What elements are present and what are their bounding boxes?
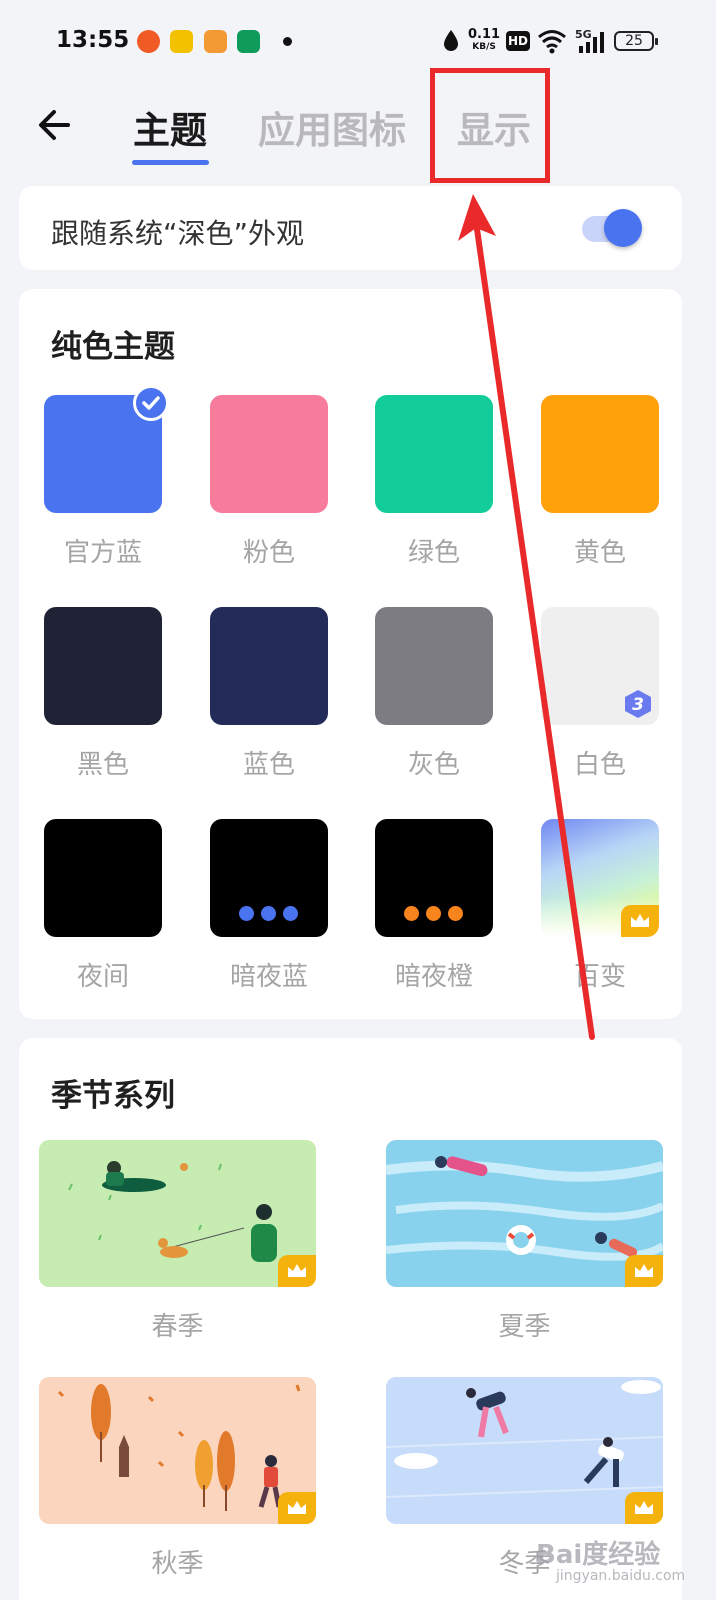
season-series-section: 季节系列 春季 夏季 秋季 冬季 (19, 1038, 682, 1600)
season-label: 夏季 (498, 1312, 551, 1342)
swatch-label: 蓝色 (242, 750, 295, 780)
game-notification-icon (204, 30, 227, 53)
premium-crown-icon (625, 1492, 663, 1524)
premium-crown-icon (625, 1255, 663, 1287)
selected-check-icon (133, 385, 169, 421)
net-speed: 0.11 KB/S (468, 27, 501, 52)
accent-dots (239, 906, 298, 921)
swatch-white[interactable]: 3 (541, 607, 659, 725)
swatch-label: 白色 (573, 750, 626, 780)
accent-dots (404, 906, 463, 921)
hd-icon: HD (506, 31, 530, 51)
active-tab-indicator (132, 160, 209, 165)
swatch-navy[interactable] (210, 607, 328, 725)
swatch-label: 灰色 (407, 750, 460, 780)
tab-app-icons[interactable]: 应用图标 (258, 100, 406, 154)
swatch-dark-orange[interactable] (375, 819, 493, 937)
baidu-watermark: Bai度经验 (536, 1540, 661, 1570)
swatch-pink[interactable] (210, 395, 328, 513)
swatch-label: 粉色 (242, 538, 295, 568)
season-card-winter[interactable] (386, 1377, 663, 1524)
data-saver-icon (444, 30, 458, 51)
app-notification-icon (170, 30, 193, 53)
season-card-spring[interactable] (39, 1140, 316, 1287)
more-notifications-icon (283, 37, 292, 46)
premium-crown-icon (278, 1255, 316, 1287)
level-badge-icon: 3 (625, 690, 651, 718)
swatch-black[interactable] (44, 607, 162, 725)
wifi-icon (538, 30, 566, 54)
swatch-label: 黑色 (76, 750, 129, 780)
section-title-solid: 纯色主题 (51, 329, 175, 365)
follow-system-dark-row[interactable]: 跟随系统“深色”外观 (19, 186, 682, 270)
battery-icon: 25 (614, 31, 658, 51)
swatch-variety[interactable] (541, 819, 659, 937)
back-arrow-icon[interactable] (32, 102, 78, 148)
premium-crown-icon (621, 905, 659, 937)
toggle-knob (604, 209, 642, 247)
follow-system-dark-label: 跟随系统“深色”外观 (51, 217, 305, 250)
swatch-green[interactable] (375, 395, 493, 513)
spring-illustration (68, 1161, 277, 1262)
status-bar: 13:55 0.11 KB/S HD 5G 25 (0, 0, 716, 80)
summer-illustration (386, 1156, 663, 1261)
svg-text:3: 3 (632, 695, 644, 715)
season-label: 春季 (151, 1312, 204, 1342)
solid-themes-section: 纯色主题 官方蓝 粉色 绿色 黄色 黑色 蓝色 灰色 3 白色 夜间 暗夜蓝 暗… (19, 289, 682, 1019)
autumn-illustration (57, 1384, 301, 1511)
premium-crown-icon (278, 1492, 316, 1524)
swatch-label: 百变 (573, 962, 626, 992)
section-title-season: 季节系列 (51, 1078, 175, 1114)
follow-system-dark-toggle[interactable] (582, 208, 644, 248)
season-card-summer[interactable] (386, 1140, 663, 1287)
baidu-watermark-url: jingyan.baidu.com (556, 1568, 686, 1584)
oppo-notification-icon (237, 30, 260, 53)
swatch-label: 黄色 (573, 538, 626, 568)
season-card-autumn[interactable] (39, 1377, 316, 1524)
swatch-dark-blue[interactable] (210, 819, 328, 937)
annotation-highlight-box (430, 68, 550, 183)
swatch-label: 夜间 (76, 962, 129, 992)
swatch-label: 官方蓝 (63, 538, 142, 568)
season-label: 秋季 (151, 1549, 204, 1579)
tab-theme[interactable]: 主题 (133, 100, 207, 154)
swatch-label: 暗夜橙 (394, 962, 473, 992)
swatch-gray[interactable] (375, 607, 493, 725)
status-time: 13:55 (56, 27, 130, 53)
swatch-night[interactable] (44, 819, 162, 937)
app-notification-icon (137, 30, 160, 53)
swatch-label: 暗夜蓝 (229, 962, 308, 992)
swatch-yellow[interactable] (541, 395, 659, 513)
swatch-label: 绿色 (407, 538, 460, 568)
winter-illustration (386, 1380, 663, 1498)
signal-icon (579, 32, 604, 53)
